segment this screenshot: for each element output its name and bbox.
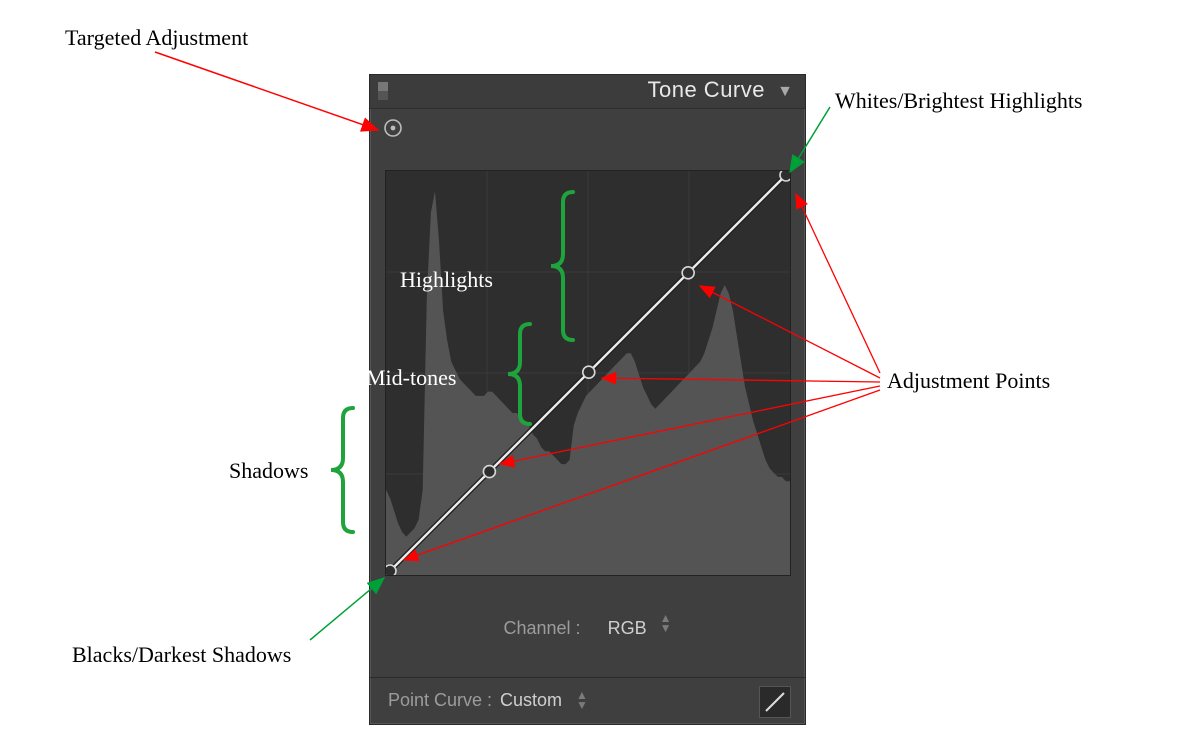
control-point-shadows[interactable] [483,466,495,478]
arrow-targeted-adjustment [155,52,378,130]
point-curve-label: Point Curve : [388,690,492,711]
control-point-blacks[interactable] [386,565,396,575]
annotation-adjustment-points: Adjustment Points [887,368,1050,394]
annotation-whites: Whites/Brightest Highlights [835,88,1083,114]
control-point-highlights[interactable] [682,267,694,279]
collapse-triangle-icon[interactable]: ▼ [777,83,793,101]
point-curve-stepper-icon[interactable]: ▲▼ [576,690,588,710]
point-curve-select[interactable]: Custom [500,690,562,711]
annotation-targeted-adjustment: Targeted Adjustment [65,25,248,51]
tone-curve-panel: Tone Curve ▼ [369,74,806,725]
point-curve-row: Point Curve : Custom ▲▼ [370,677,805,724]
control-point-midtones[interactable] [583,366,595,378]
channel-stepper-icon[interactable]: ▲▼ [660,613,672,633]
panel-title: Tone Curve [647,77,765,103]
region-label-shadows: Shadows [229,458,308,484]
channel-label: Channel : [504,618,581,639]
channel-select[interactable]: RGB [608,618,647,639]
panel-header: Tone Curve ▼ [370,75,805,109]
channel-row: Channel : RGB ▲▼ [370,613,805,659]
panel-drag-handle[interactable] [378,82,388,100]
region-label-highlights: Highlights [400,267,493,293]
targeted-adjustment-tool-icon[interactable] [382,117,404,139]
targeted-adjustment-row [370,109,805,147]
region-label-midtones: Mid-tones [366,365,456,391]
curve-mode-toggle-icon[interactable] [759,686,791,718]
annotation-blacks: Blacks/Darkest Shadows [72,642,291,668]
control-point-whites[interactable] [780,171,790,181]
